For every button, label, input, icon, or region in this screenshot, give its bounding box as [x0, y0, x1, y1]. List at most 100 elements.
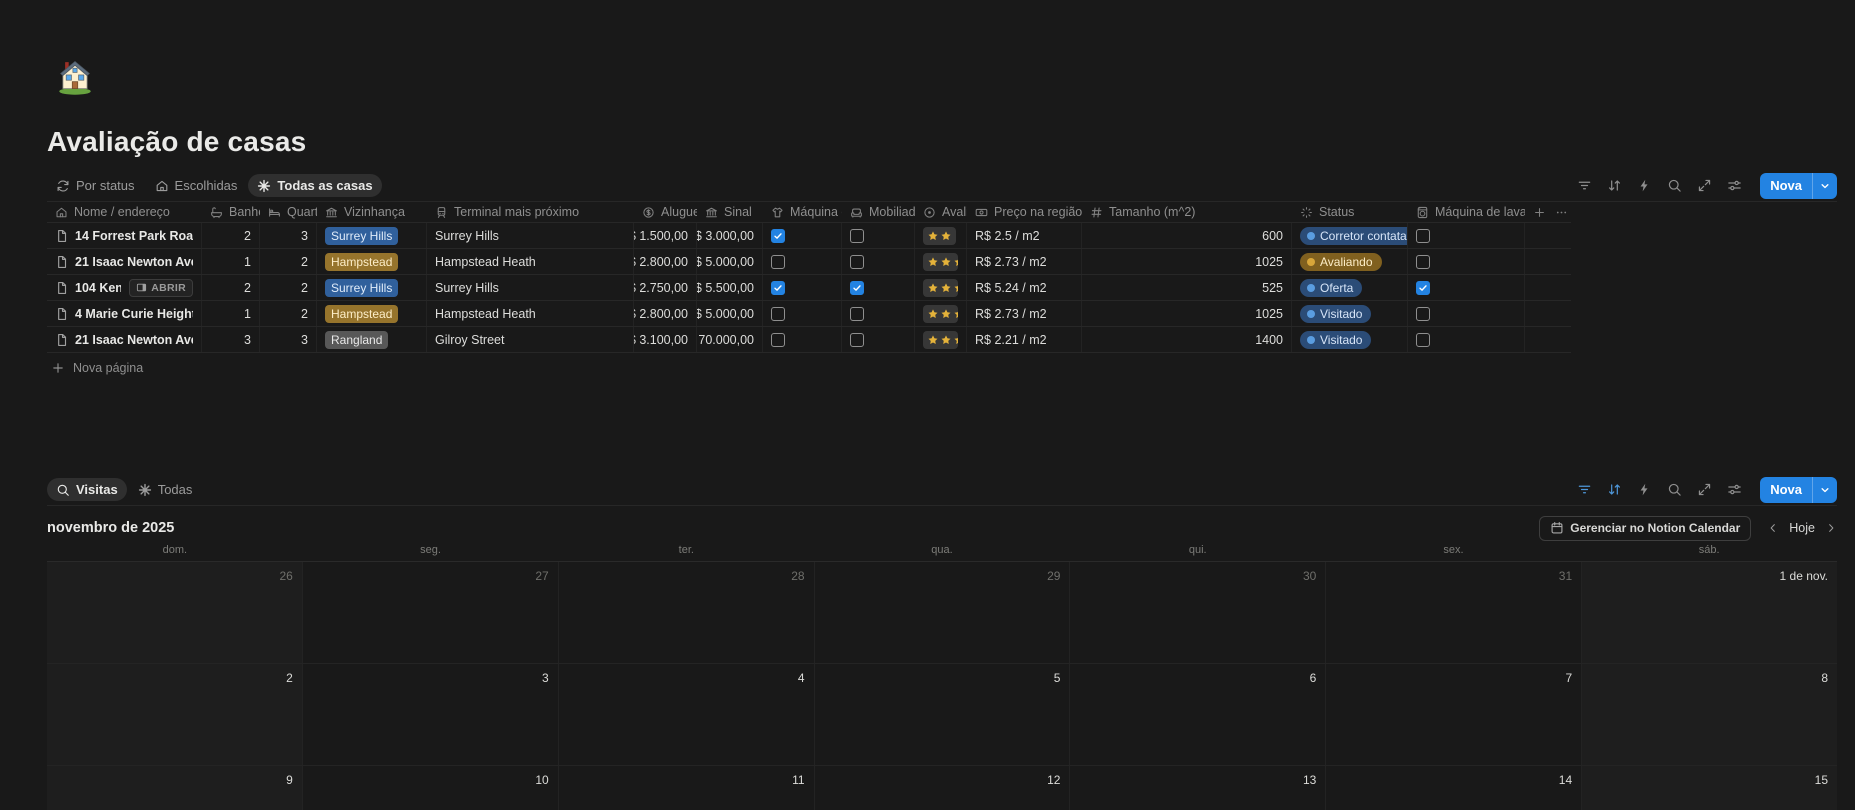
cell-name[interactable]: 104 Kensington High StreetABRIR	[47, 275, 202, 300]
calendar-day-cell[interactable]: 14	[1326, 766, 1582, 810]
cell-terminal[interactable]: Surrey Hills	[427, 223, 634, 248]
calendar-day-cell[interactable]: 8	[1582, 664, 1837, 765]
cell-avaliacao[interactable]	[915, 223, 967, 248]
calendar-day-cell[interactable]: 15	[1582, 766, 1837, 810]
column-header-avaliacao[interactable]: Avaliação	[915, 202, 967, 222]
maquina-lavar-checkbox[interactable]	[771, 255, 785, 269]
cell-preco-regiao[interactable]: R$ 2.73 / m2	[967, 249, 1082, 274]
column-header-maquina-de-la[interactable]: Máquina de la...	[763, 202, 842, 222]
cell-sinal[interactable]: R$ 5.000,00	[697, 249, 763, 274]
cell-avaliacao[interactable]: …	[915, 275, 967, 300]
cell-maquina-lavar-roupa[interactable]	[1408, 223, 1525, 248]
cell-maquina-lavar-roupa[interactable]	[1408, 275, 1525, 300]
calendar-day-cell[interactable]: 3	[303, 664, 559, 765]
cell-tamanho[interactable]: 1025	[1082, 249, 1292, 274]
mobiliado-checkbox[interactable]	[850, 229, 864, 243]
cell-status[interactable]: Oferta	[1292, 275, 1408, 300]
cell-preco-regiao[interactable]: R$ 5.24 / m2	[967, 275, 1082, 300]
add-column-button[interactable]	[1525, 202, 1547, 222]
chevron-left-icon[interactable]	[1767, 522, 1779, 534]
cell-tamanho[interactable]: 600	[1082, 223, 1292, 248]
cell-status[interactable]: Corretor contatado	[1292, 223, 1408, 248]
view-tab-escolhidas[interactable]: Escolhidas	[146, 174, 247, 197]
maquina-lavar-checkbox[interactable]	[771, 307, 785, 321]
column-header-maquina-de-lavar-roupa[interactable]: Máquina de lavar roupa	[1408, 202, 1525, 222]
cell-preco-regiao[interactable]: R$ 2.5 / m2	[967, 223, 1082, 248]
cell-terminal[interactable]: Hampstead Heath	[427, 301, 634, 326]
calendar-day-cell[interactable]: 2	[47, 664, 303, 765]
mobiliado-checkbox[interactable]	[850, 281, 864, 295]
calendar-day-cell[interactable]: 11	[559, 766, 815, 810]
cell-maquina-lavar[interactable]	[763, 275, 842, 300]
column-header-tamanho-m-2[interactable]: Tamanho (m^2)	[1082, 202, 1292, 222]
calendar-day-cell[interactable]: 10	[303, 766, 559, 810]
table-options-button[interactable]	[1547, 202, 1571, 222]
cell-quartos[interactable]: 2	[260, 249, 317, 274]
cell-mobiliado[interactable]	[842, 223, 915, 248]
cell-banheiros[interactable]: 1	[202, 249, 260, 274]
cell-terminal[interactable]: Surrey Hills	[427, 275, 634, 300]
cell-tamanho[interactable]: 1400	[1082, 327, 1292, 352]
column-header-status[interactable]: Status	[1292, 202, 1408, 222]
new-button-dropdown[interactable]	[1813, 484, 1837, 496]
chevron-right-icon[interactable]	[1825, 522, 1837, 534]
calendar-day-cell[interactable]: 26	[47, 562, 303, 663]
cell-mobiliado[interactable]	[842, 249, 915, 274]
mobiliado-checkbox[interactable]	[850, 255, 864, 269]
view-tab-visitas[interactable]: Visitas	[47, 478, 127, 501]
bolt-icon[interactable]	[1637, 178, 1652, 193]
cell-tamanho[interactable]: 1025	[1082, 301, 1292, 326]
cell-quartos[interactable]: 2	[260, 301, 317, 326]
cell-sinal[interactable]: R$ 5.000,00	[697, 301, 763, 326]
cell-banheiros[interactable]: 2	[202, 275, 260, 300]
calendar-day-cell[interactable]: 27	[303, 562, 559, 663]
maquina-lavar-roupa-checkbox[interactable]	[1416, 229, 1430, 243]
today-button[interactable]: Hoje	[1783, 521, 1821, 535]
calendar-day-cell[interactable]: 6	[1070, 664, 1326, 765]
cell-aluguel[interactable]: R$ 2.800,00	[634, 301, 697, 326]
cell-banheiros[interactable]: 3	[202, 327, 260, 352]
column-header-terminal-mais-proximo[interactable]: Terminal mais próximo	[427, 202, 634, 222]
cell-mobiliado[interactable]	[842, 275, 915, 300]
cell-name[interactable]: 4 Marie Curie Heights	[47, 301, 202, 326]
calendar-day-cell[interactable]: 12	[815, 766, 1071, 810]
cell-aluguel[interactable]: R$ 2.750,00	[634, 275, 697, 300]
view-tab-todas-as-casas[interactable]: Todas as casas	[248, 174, 381, 197]
maquina-lavar-roupa-checkbox[interactable]	[1416, 333, 1430, 347]
new-button[interactable]: Nova	[1760, 477, 1837, 503]
cell-status[interactable]: Visitado	[1292, 327, 1408, 352]
cell-quartos[interactable]: 3	[260, 223, 317, 248]
mobiliado-checkbox[interactable]	[850, 333, 864, 347]
manage-notion-calendar-button[interactable]: Gerenciar no Notion Calendar	[1539, 516, 1751, 541]
cell-tamanho[interactable]: 525	[1082, 275, 1292, 300]
cell-mobiliado[interactable]	[842, 327, 915, 352]
cell-quartos[interactable]: 3	[260, 327, 317, 352]
cell-maquina-lavar-roupa[interactable]	[1408, 301, 1525, 326]
calendar-day-cell[interactable]: 13	[1070, 766, 1326, 810]
cell-vizinhanca[interactable]: Rangland	[317, 327, 427, 352]
cell-terminal[interactable]: Gilroy Street	[427, 327, 634, 352]
expand-icon[interactable]	[1697, 482, 1712, 497]
column-header-nome-endereco[interactable]: Nome / endereço	[47, 202, 202, 222]
calendar-day-cell[interactable]: 4	[559, 664, 815, 765]
cell-maquina-lavar[interactable]	[763, 327, 842, 352]
maquina-lavar-checkbox[interactable]	[771, 333, 785, 347]
sort-icon[interactable]	[1607, 482, 1622, 497]
expand-icon[interactable]	[1697, 178, 1712, 193]
cell-preco-regiao[interactable]: R$ 2.73 / m2	[967, 301, 1082, 326]
cell-name[interactable]: 21 Isaac Newton Avenue	[47, 327, 202, 352]
maquina-lavar-checkbox[interactable]	[771, 281, 785, 295]
column-header-quartos[interactable]: Quartos	[260, 202, 317, 222]
view-tab-todas[interactable]: Todas	[129, 478, 202, 501]
cell-sinal[interactable]: R$ 3.000,00	[697, 223, 763, 248]
cell-preco-regiao[interactable]: R$ 2.21 / m2	[967, 327, 1082, 352]
view-tab-por-status[interactable]: Por status	[47, 174, 144, 197]
new-button-dropdown[interactable]	[1813, 180, 1837, 192]
bolt-icon[interactable]	[1637, 482, 1652, 497]
cell-maquina-lavar[interactable]	[763, 249, 842, 274]
cell-mobiliado[interactable]	[842, 301, 915, 326]
tune-icon[interactable]	[1727, 482, 1742, 497]
cell-vizinhanca[interactable]: Hampstead	[317, 301, 427, 326]
column-header-aluguel[interactable]: Aluguel	[634, 202, 697, 222]
cell-aluguel[interactable]: R$ 1.500,00	[634, 223, 697, 248]
